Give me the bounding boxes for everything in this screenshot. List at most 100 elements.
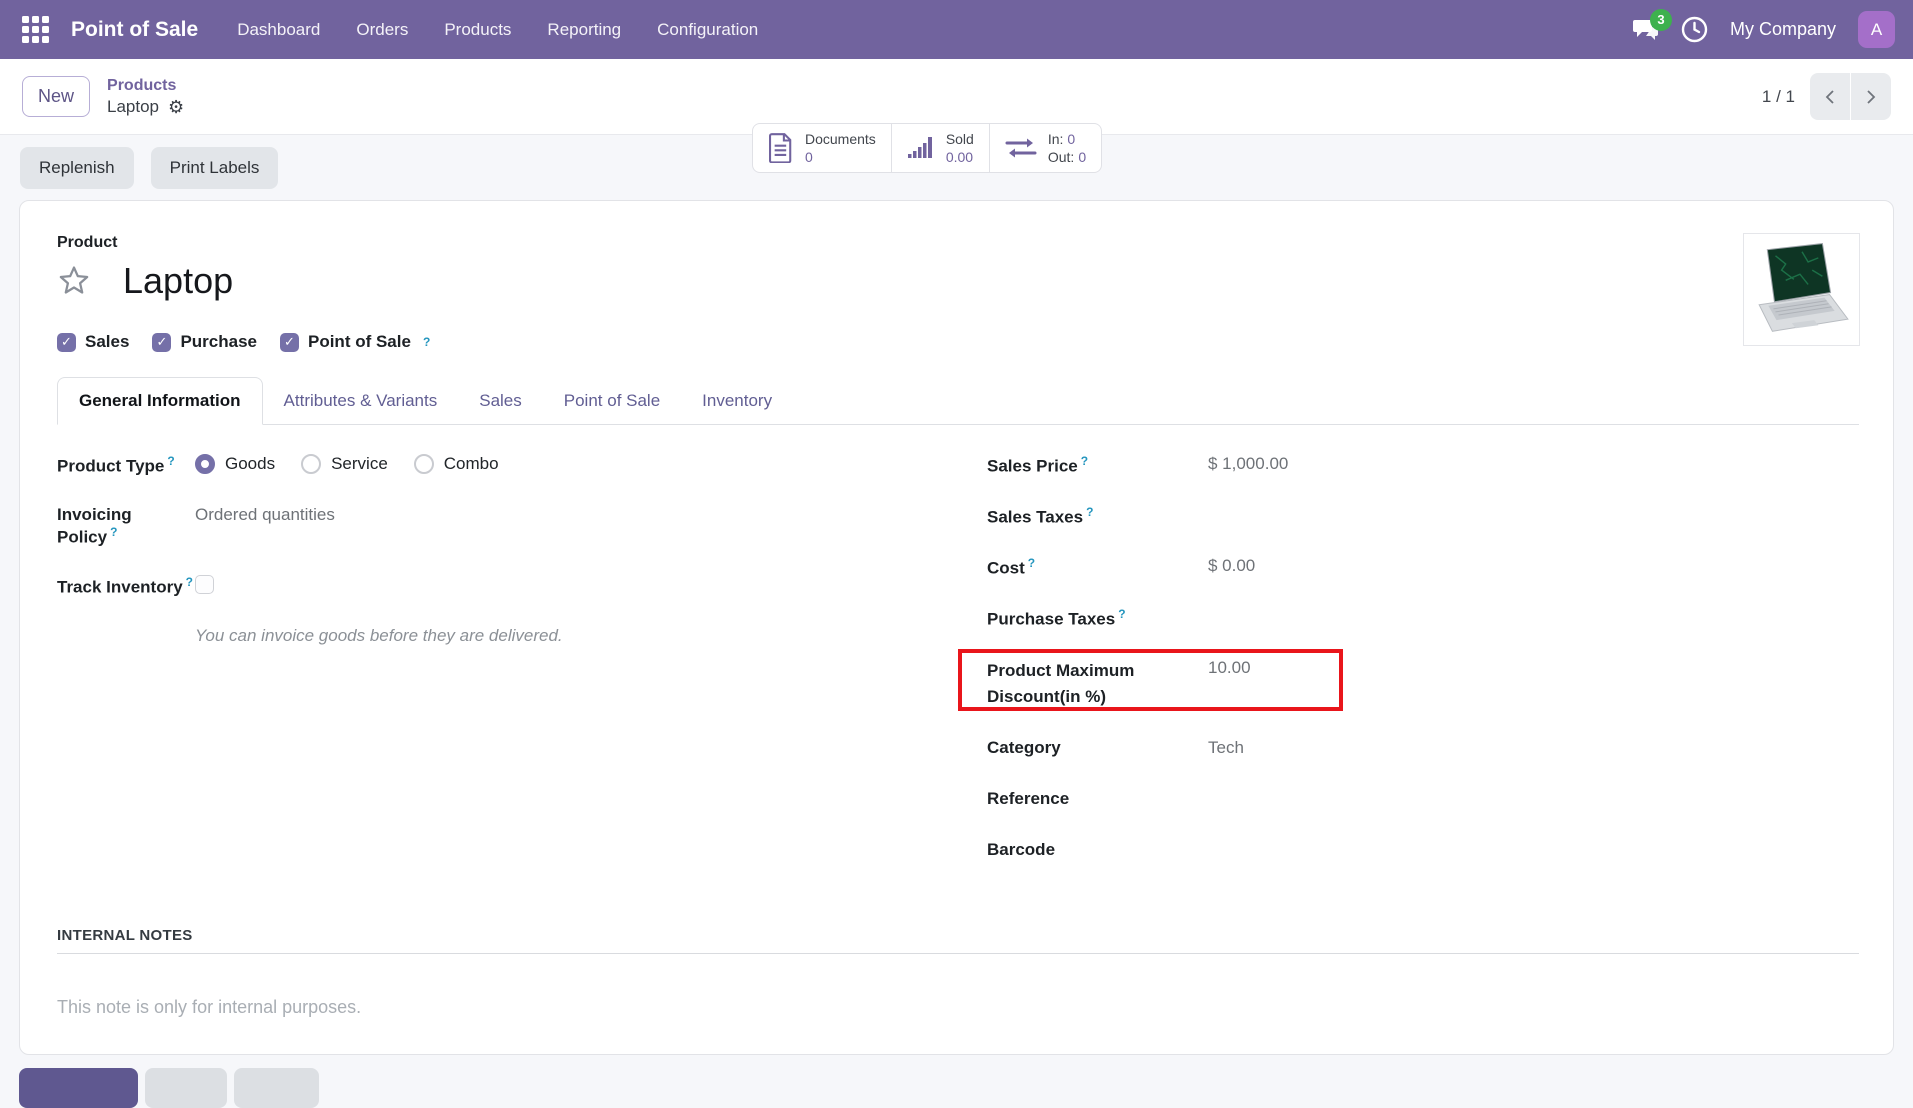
cost-row: Cost? $ 0.00 [987, 556, 1859, 580]
point-of-sale-checkbox[interactable]: ✓ Point of Sale ? [280, 332, 430, 352]
checkbox-checked-icon: ✓ [57, 333, 76, 352]
chevron-left-icon [1823, 89, 1837, 105]
smart-buttons: Documents 0 Sold 0.00 [752, 123, 1102, 173]
gear-icon[interactable]: ⚙ [168, 98, 184, 116]
product-name-input[interactable]: Laptop [123, 260, 233, 302]
menu-configuration[interactable]: Configuration [642, 12, 773, 48]
favorite-star-icon[interactable] [57, 264, 91, 298]
internal-notes-editor[interactable]: This note is only for internal purposes. [57, 997, 1859, 1018]
out-label: Out: [1048, 149, 1074, 165]
sales-price-input[interactable]: $ 1,000.00 [1208, 454, 1288, 474]
product-image[interactable] [1743, 233, 1860, 346]
pager: 1 / 1 [1762, 73, 1891, 120]
document-icon [768, 133, 794, 163]
pager-value: 1 / 1 [1762, 87, 1795, 107]
sales-checkbox[interactable]: ✓ Sales [57, 332, 129, 352]
internal-notes-title: INTERNAL NOTES [57, 927, 1859, 954]
product-maximum-discount-label: Product Maximum Discount(in %) [987, 658, 1208, 709]
menu-reporting[interactable]: Reporting [532, 12, 636, 48]
pager-next-button[interactable] [1851, 73, 1891, 120]
documents-smart-button[interactable]: Documents 0 [753, 124, 892, 172]
radio-combo[interactable]: Combo [414, 454, 499, 474]
sales-price-label: Sales Price? [987, 454, 1208, 477]
purchase-checkbox[interactable]: ✓ Purchase [152, 332, 257, 352]
track-inventory-row: Track Inventory? [57, 575, 958, 599]
radio-service[interactable]: Service [301, 454, 388, 474]
sales-price-row: Sales Price? $ 1,000.00 [987, 454, 1859, 478]
app-title[interactable]: Point of Sale [71, 18, 198, 42]
in-label: In: [1048, 131, 1064, 147]
tab-sales[interactable]: Sales [458, 378, 543, 424]
radio-unselected-icon [414, 454, 434, 474]
checkbox-checked-icon: ✓ [152, 333, 171, 352]
product-maximum-discount-input[interactable]: 10.00 [1208, 658, 1251, 678]
category-label: Category [987, 738, 1208, 758]
out-value: 0 [1078, 149, 1086, 165]
breadcrumb-products-link[interactable]: Products [107, 76, 184, 96]
tab-point-of-sale[interactable]: Point of Sale [543, 378, 681, 424]
reference-label: Reference [987, 789, 1208, 809]
barcode-row: Barcode [987, 840, 1859, 864]
activities-clock-icon[interactable] [1681, 16, 1708, 43]
messages-icon[interactable]: 3 [1632, 18, 1659, 42]
product-type-label: Product Type? [57, 454, 195, 477]
sales-taxes-label: Sales Taxes? [987, 505, 1208, 528]
smart-button-label: Documents [805, 130, 876, 148]
category-input[interactable]: Tech [1208, 738, 1244, 758]
track-inventory-checkbox[interactable] [195, 575, 214, 594]
print-labels-button[interactable]: Print Labels [151, 147, 279, 189]
product-maximum-discount-row: Product Maximum Discount(in %) 10.00 [987, 658, 1859, 709]
chatter-toolbar [19, 1068, 1913, 1108]
chatter-primary-button[interactable] [19, 1068, 138, 1108]
new-button[interactable]: New [22, 76, 90, 117]
sales-taxes-row: Sales Taxes? [987, 505, 1859, 529]
radio-unselected-icon [301, 454, 321, 474]
main-menu: Dashboard Orders Products Reporting Conf… [222, 12, 773, 48]
radio-goods[interactable]: Goods [195, 454, 275, 474]
help-question-mark: ? [1118, 607, 1125, 621]
invoicing-policy-label: Invoicing Policy? [57, 505, 195, 548]
tab-general-information[interactable]: General Information [57, 377, 263, 425]
track-inventory-label: Track Inventory? [57, 575, 195, 598]
invoicing-policy-row: Invoicing Policy? Ordered quantities [57, 505, 958, 548]
help-question-mark: ? [423, 335, 430, 349]
apps-menu-icon[interactable] [22, 16, 49, 43]
checkbox-checked-icon: ✓ [280, 333, 299, 352]
control-panel: New Products Laptop ⚙ Documents 0 [0, 59, 1913, 135]
invoicing-policy-select[interactable]: Ordered quantities [195, 505, 335, 525]
top-navbar: Point of Sale Dashboard Orders Products … [0, 0, 1913, 59]
menu-products[interactable]: Products [429, 12, 526, 48]
sale-lines: ✓ Sales ✓ Purchase ✓ Point of Sale ? [57, 332, 1859, 352]
laptop-image [1751, 241, 1853, 339]
breadcrumb: Products Laptop ⚙ [107, 76, 184, 117]
cost-input[interactable]: $ 0.00 [1208, 556, 1255, 576]
chatter-secondary-button-2[interactable] [234, 1068, 319, 1108]
sold-smart-button[interactable]: Sold 0.00 [892, 124, 990, 172]
product-type-row: Product Type? Goods Service Combo [57, 454, 958, 478]
internal-notes-section: INTERNAL NOTES This note is only for int… [57, 927, 1859, 1018]
cost-label: Cost? [987, 556, 1208, 579]
pager-previous-button[interactable] [1810, 73, 1850, 120]
menu-dashboard[interactable]: Dashboard [222, 12, 335, 48]
help-question-mark: ? [110, 525, 117, 539]
company-switcher[interactable]: My Company [1730, 19, 1836, 40]
replenish-button[interactable]: Replenish [20, 147, 134, 189]
menu-orders[interactable]: Orders [341, 12, 423, 48]
tab-attributes-variants[interactable]: Attributes & Variants [263, 378, 459, 424]
tab-inventory[interactable]: Inventory [681, 378, 793, 424]
chatter-secondary-button-1[interactable] [145, 1068, 227, 1108]
smart-button-label: Sold [946, 130, 974, 148]
notebook-tabs: General Information Attributes & Variant… [57, 377, 1859, 425]
help-question-mark: ? [167, 454, 174, 468]
invoicing-helper-note: You can invoice goods before they are de… [195, 626, 958, 646]
smart-button-value: 0.00 [946, 148, 974, 166]
breadcrumb-current: Laptop [107, 96, 159, 117]
help-question-mark: ? [1028, 556, 1035, 570]
purchase-taxes-row: Purchase Taxes? [987, 607, 1859, 631]
category-row: Category Tech [987, 738, 1859, 762]
smart-button-value: 0 [805, 148, 876, 166]
transfer-icon [1005, 136, 1037, 160]
user-avatar[interactable]: A [1858, 11, 1895, 48]
in-value: 0 [1067, 131, 1075, 147]
in-out-smart-button[interactable]: In:0 Out:0 [990, 124, 1101, 172]
